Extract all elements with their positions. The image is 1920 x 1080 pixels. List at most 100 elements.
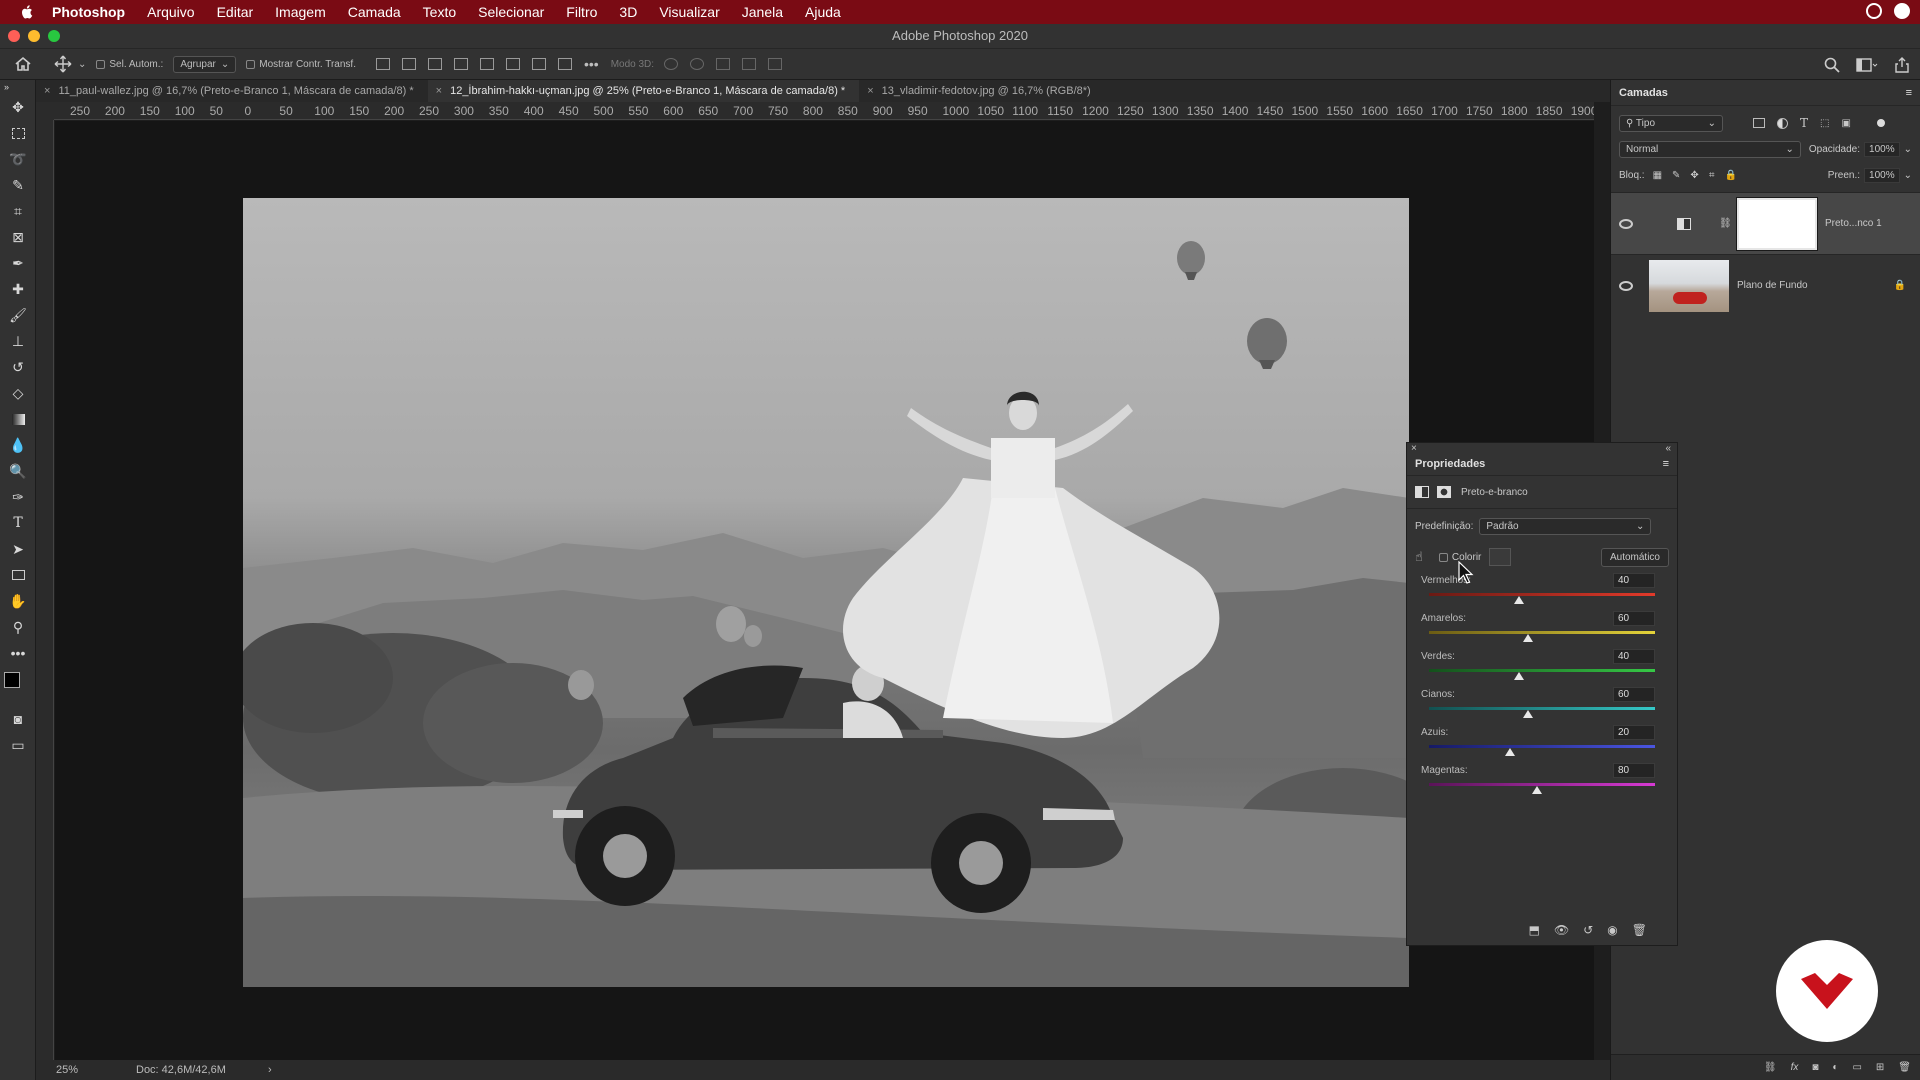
visibility-icon[interactable]: ◉ (1607, 923, 1617, 937)
healing-brush-tool[interactable]: ✚ (0, 276, 36, 302)
slider-value-input[interactable]: 40 (1613, 649, 1655, 664)
slide-3d-icon[interactable] (742, 58, 757, 70)
auto-select-checkbox[interactable] (96, 59, 106, 69)
move-tool[interactable]: ✥ (0, 94, 36, 120)
auto-select-dropdown[interactable]: Agrupar ⌄ (173, 55, 237, 73)
document-tab-active[interactable]: × 12_İbrahim-hakkı-uçman.jpg @ 25% (Preto… (427, 80, 860, 102)
reset-icon[interactable]: ↺ (1583, 923, 1593, 937)
layer-filter-dropdown[interactable]: ⚲ Tipo ⌄ (1619, 114, 1723, 132)
lock-transparency-icon[interactable]: ▦ (1653, 170, 1662, 181)
document-tab[interactable]: × 11_paul-wallez.jpg @ 16,7% (Preto-e-Bra… (36, 80, 428, 102)
zoom-window-button[interactable] (48, 30, 60, 42)
layer-mask-thumbnail[interactable] (1736, 196, 1818, 251)
blur-tool[interactable]: 💧 (0, 432, 36, 458)
menu-camada[interactable]: Camada (348, 4, 401, 20)
menu-arquivo[interactable]: Arquivo (147, 4, 194, 20)
align-top-icon[interactable] (479, 58, 494, 70)
chevron-down-icon[interactable]: ⌄ (78, 59, 86, 70)
rectangle-tool[interactable] (0, 562, 36, 588)
hand-tool[interactable]: ✋ (0, 588, 36, 614)
layers-panel-header[interactable]: Camadas ≡ (1611, 80, 1920, 106)
chevron-right-icon[interactable]: › (268, 1064, 272, 1076)
slider-track[interactable] (1429, 707, 1655, 710)
brush-tool[interactable]: 🖌 (0, 302, 36, 328)
new-layer-icon[interactable]: ⊞ (1876, 1062, 1884, 1073)
menu-janela[interactable]: Janela (742, 4, 783, 20)
lock-icon[interactable]: 🔒 (1894, 280, 1906, 291)
fill-input[interactable]: 100% (1864, 167, 1900, 183)
eraser-tool[interactable]: ◇ (0, 380, 36, 406)
quick-select-tool[interactable]: ✎ (0, 172, 36, 198)
chevron-down-icon[interactable]: ⌄ (1904, 144, 1912, 155)
layer-name[interactable]: Plano de Fundo (1737, 280, 1808, 291)
preset-dropdown[interactable]: Padrão ⌄ (1479, 517, 1652, 535)
document-canvas[interactable] (55, 121, 1594, 1061)
close-panel-icon[interactable]: × (1411, 443, 1417, 454)
foreground-color-swatch[interactable] (4, 672, 20, 688)
filter-pixel-icon[interactable] (1753, 118, 1765, 128)
align-right-icon[interactable] (427, 58, 442, 70)
document-tab[interactable]: × 13_vladimir-fedotov.jpg @ 16,7% (RGB/8*… (859, 80, 1105, 102)
slider-value-input[interactable]: 40 (1613, 573, 1655, 588)
filter-shape-icon[interactable]: ⬚ (1820, 118, 1829, 129)
trash-icon[interactable]: 🗑 (1898, 1062, 1911, 1073)
roll-3d-icon[interactable] (690, 58, 705, 70)
view-previous-icon[interactable]: 👁 (1554, 923, 1569, 937)
move-tool-icon[interactable] (54, 55, 72, 73)
zoom-level[interactable]: 25% (56, 1064, 136, 1076)
scale-3d-icon[interactable] (768, 58, 783, 70)
menu-selecionar[interactable]: Selecionar (478, 4, 544, 20)
add-mask-icon[interactable]: ◙ (1812, 1062, 1818, 1073)
new-adjustment-icon[interactable]: ◐ (1832, 1062, 1838, 1073)
eyedropper-tool[interactable]: ✒ (0, 250, 36, 276)
clip-to-layer-icon[interactable]: ⬒ (1529, 923, 1540, 937)
slider-track[interactable] (1429, 745, 1655, 748)
layer-name[interactable]: Preto...nco 1 (1825, 218, 1882, 229)
layer-row-background[interactable]: Plano de Fundo 🔒 (1611, 254, 1920, 316)
frame-tool[interactable]: ⊠ (0, 224, 36, 250)
ruler-origin[interactable] (36, 102, 54, 120)
slider-thumb[interactable] (1523, 634, 1534, 642)
distribute-vertical-icon[interactable] (557, 58, 572, 70)
show-transform-checkbox[interactable] (246, 59, 256, 69)
eye-icon[interactable] (1619, 218, 1633, 229)
properties-header[interactable]: Propriedades ≡ (1407, 453, 1677, 475)
tint-color-swatch[interactable] (1489, 548, 1512, 566)
tint-checkbox[interactable] (1438, 552, 1448, 562)
menu-3d[interactable]: 3D (619, 4, 637, 20)
path-select-tool[interactable]: ➤ (0, 536, 36, 562)
layer-row-bw-adjustment[interactable]: ⛓ Preto...nco 1 (1611, 192, 1920, 254)
slider-track[interactable] (1429, 593, 1655, 596)
slider-track[interactable] (1429, 631, 1655, 634)
mask-icon[interactable] (1437, 486, 1451, 498)
blend-mode-dropdown[interactable]: Normal ⌄ (1619, 140, 1801, 158)
apple-icon[interactable] (18, 3, 36, 21)
screen-mode-button[interactable]: ▭ (0, 732, 36, 758)
document-image[interactable] (243, 198, 1409, 987)
adjustment-layer-icon[interactable] (1415, 486, 1429, 498)
collapse-panel-icon[interactable]: « (1665, 443, 1671, 454)
more-options-icon[interactable]: ••• (584, 56, 599, 72)
auto-button[interactable]: Automático (1600, 547, 1669, 567)
filter-type-icon[interactable]: T (1800, 116, 1808, 130)
filter-adjustment-icon[interactable] (1777, 117, 1788, 129)
targeted-adjustment-hand-icon[interactable]: ☝ (1415, 549, 1423, 565)
slider-value-input[interactable]: 80 (1613, 763, 1655, 778)
slider-value-input[interactable]: 60 (1613, 687, 1655, 702)
pen-tool[interactable]: ✑ (0, 484, 36, 510)
close-window-button[interactable] (8, 30, 20, 42)
slider-thumb[interactable] (1505, 748, 1516, 756)
color-swatches[interactable] (0, 666, 36, 706)
align-left-icon[interactable] (375, 58, 390, 70)
clone-stamp-tool[interactable]: ⊥ (0, 328, 36, 354)
opacity-input[interactable]: 100% (1864, 141, 1900, 157)
chevron-down-icon[interactable]: ⌄ (1904, 170, 1912, 181)
properties-title[interactable]: Propriedades (1415, 458, 1485, 470)
gradient-tool[interactable] (0, 406, 36, 432)
share-icon[interactable] (1894, 57, 1910, 73)
slider-thumb[interactable] (1523, 710, 1534, 718)
menu-app[interactable]: Photoshop (52, 4, 125, 20)
history-brush-tool[interactable]: ↺ (0, 354, 36, 380)
layer-thumbnail[interactable] (1649, 259, 1729, 312)
new-group-icon[interactable]: ▭ (1852, 1062, 1861, 1073)
